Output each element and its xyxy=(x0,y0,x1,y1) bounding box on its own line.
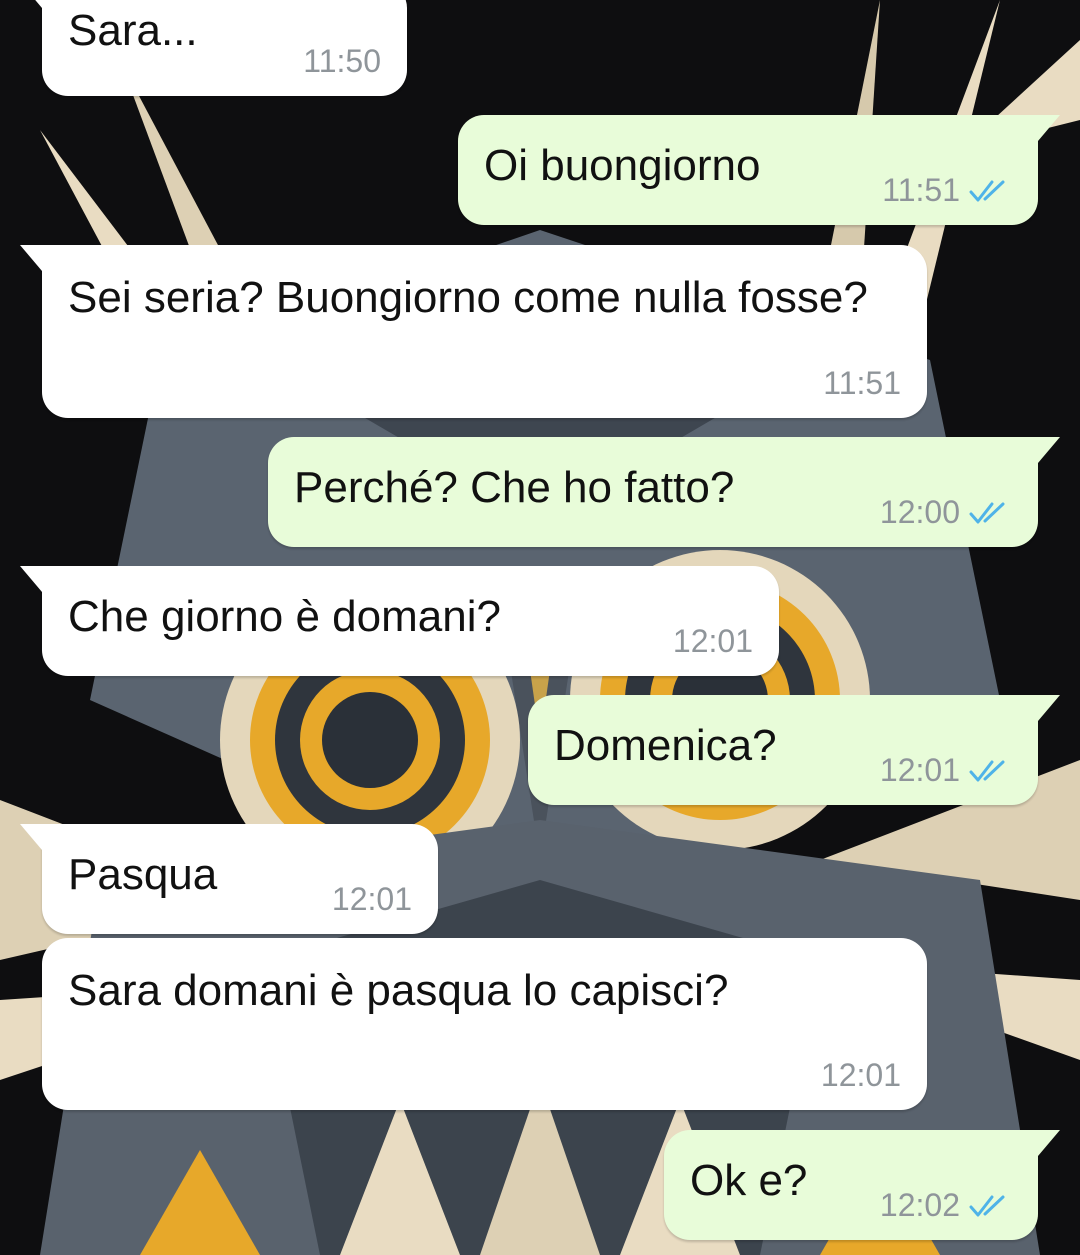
double-check-icon xyxy=(969,502,1005,523)
message-text: Domenica? xyxy=(554,721,777,770)
message-text: Oi buongiorno xyxy=(484,141,761,190)
message-incoming[interactable]: Pasqua 12:01 xyxy=(20,824,438,934)
message-meta: 12:01 xyxy=(821,1057,901,1094)
message-outgoing[interactable]: Oi buongiorno 11:51 xyxy=(458,115,1060,225)
message-time: 12:01 xyxy=(672,623,753,659)
message-time: 12:01 xyxy=(820,1057,901,1093)
message-meta: 12:01 xyxy=(673,623,753,660)
message-incoming[interactable]: Sara... 11:50 xyxy=(20,0,407,96)
message-incoming[interactable]: Sei seria? Buongiorno come nulla fosse? … xyxy=(20,245,927,418)
message-meta: 12:00 xyxy=(880,494,1012,531)
message-incoming[interactable]: Sara domani è pasqua lo capisci? 12:01 xyxy=(42,938,927,1110)
double-check-icon xyxy=(969,760,1005,781)
message-time: 12:01 xyxy=(331,881,412,917)
message-meta: 12:02 xyxy=(880,1187,1012,1224)
message-text: Perché? Che ho fatto? xyxy=(294,463,735,512)
chat-area[interactable]: Sara... 11:50 Oi buongiorno 11:51 Sei se… xyxy=(0,0,1080,1255)
message-time: 12:00 xyxy=(879,494,960,530)
message-outgoing[interactable]: Domenica? 12:01 xyxy=(528,695,1060,805)
message-meta: 11:51 xyxy=(882,172,1012,209)
message-time: 11:51 xyxy=(823,365,901,401)
message-meta: 12:01 xyxy=(880,752,1012,789)
message-time: 11:51 xyxy=(882,172,960,208)
message-text: Sara domani è pasqua lo capisci? xyxy=(68,966,729,1015)
message-time: 12:02 xyxy=(879,1187,960,1223)
message-incoming[interactable]: Che giorno è domani? 12:01 xyxy=(20,566,779,676)
message-text: Sara... xyxy=(68,6,198,55)
message-text: Sei seria? Buongiorno come nulla fosse? xyxy=(68,273,868,322)
message-text: Che giorno è domani? xyxy=(68,592,501,641)
message-time: 11:50 xyxy=(303,43,381,79)
message-time: 12:01 xyxy=(879,752,960,788)
message-text: Ok e? xyxy=(690,1156,808,1205)
message-meta: 11:50 xyxy=(303,43,381,80)
double-check-icon xyxy=(969,1195,1005,1216)
message-outgoing[interactable]: Ok e? 12:02 xyxy=(664,1130,1060,1240)
message-meta: 12:01 xyxy=(332,881,412,918)
message-outgoing[interactable]: Perché? Che ho fatto? 12:00 xyxy=(268,437,1060,547)
message-text: Pasqua xyxy=(68,850,218,899)
double-check-icon xyxy=(969,180,1005,201)
message-meta: 11:51 xyxy=(823,365,901,402)
